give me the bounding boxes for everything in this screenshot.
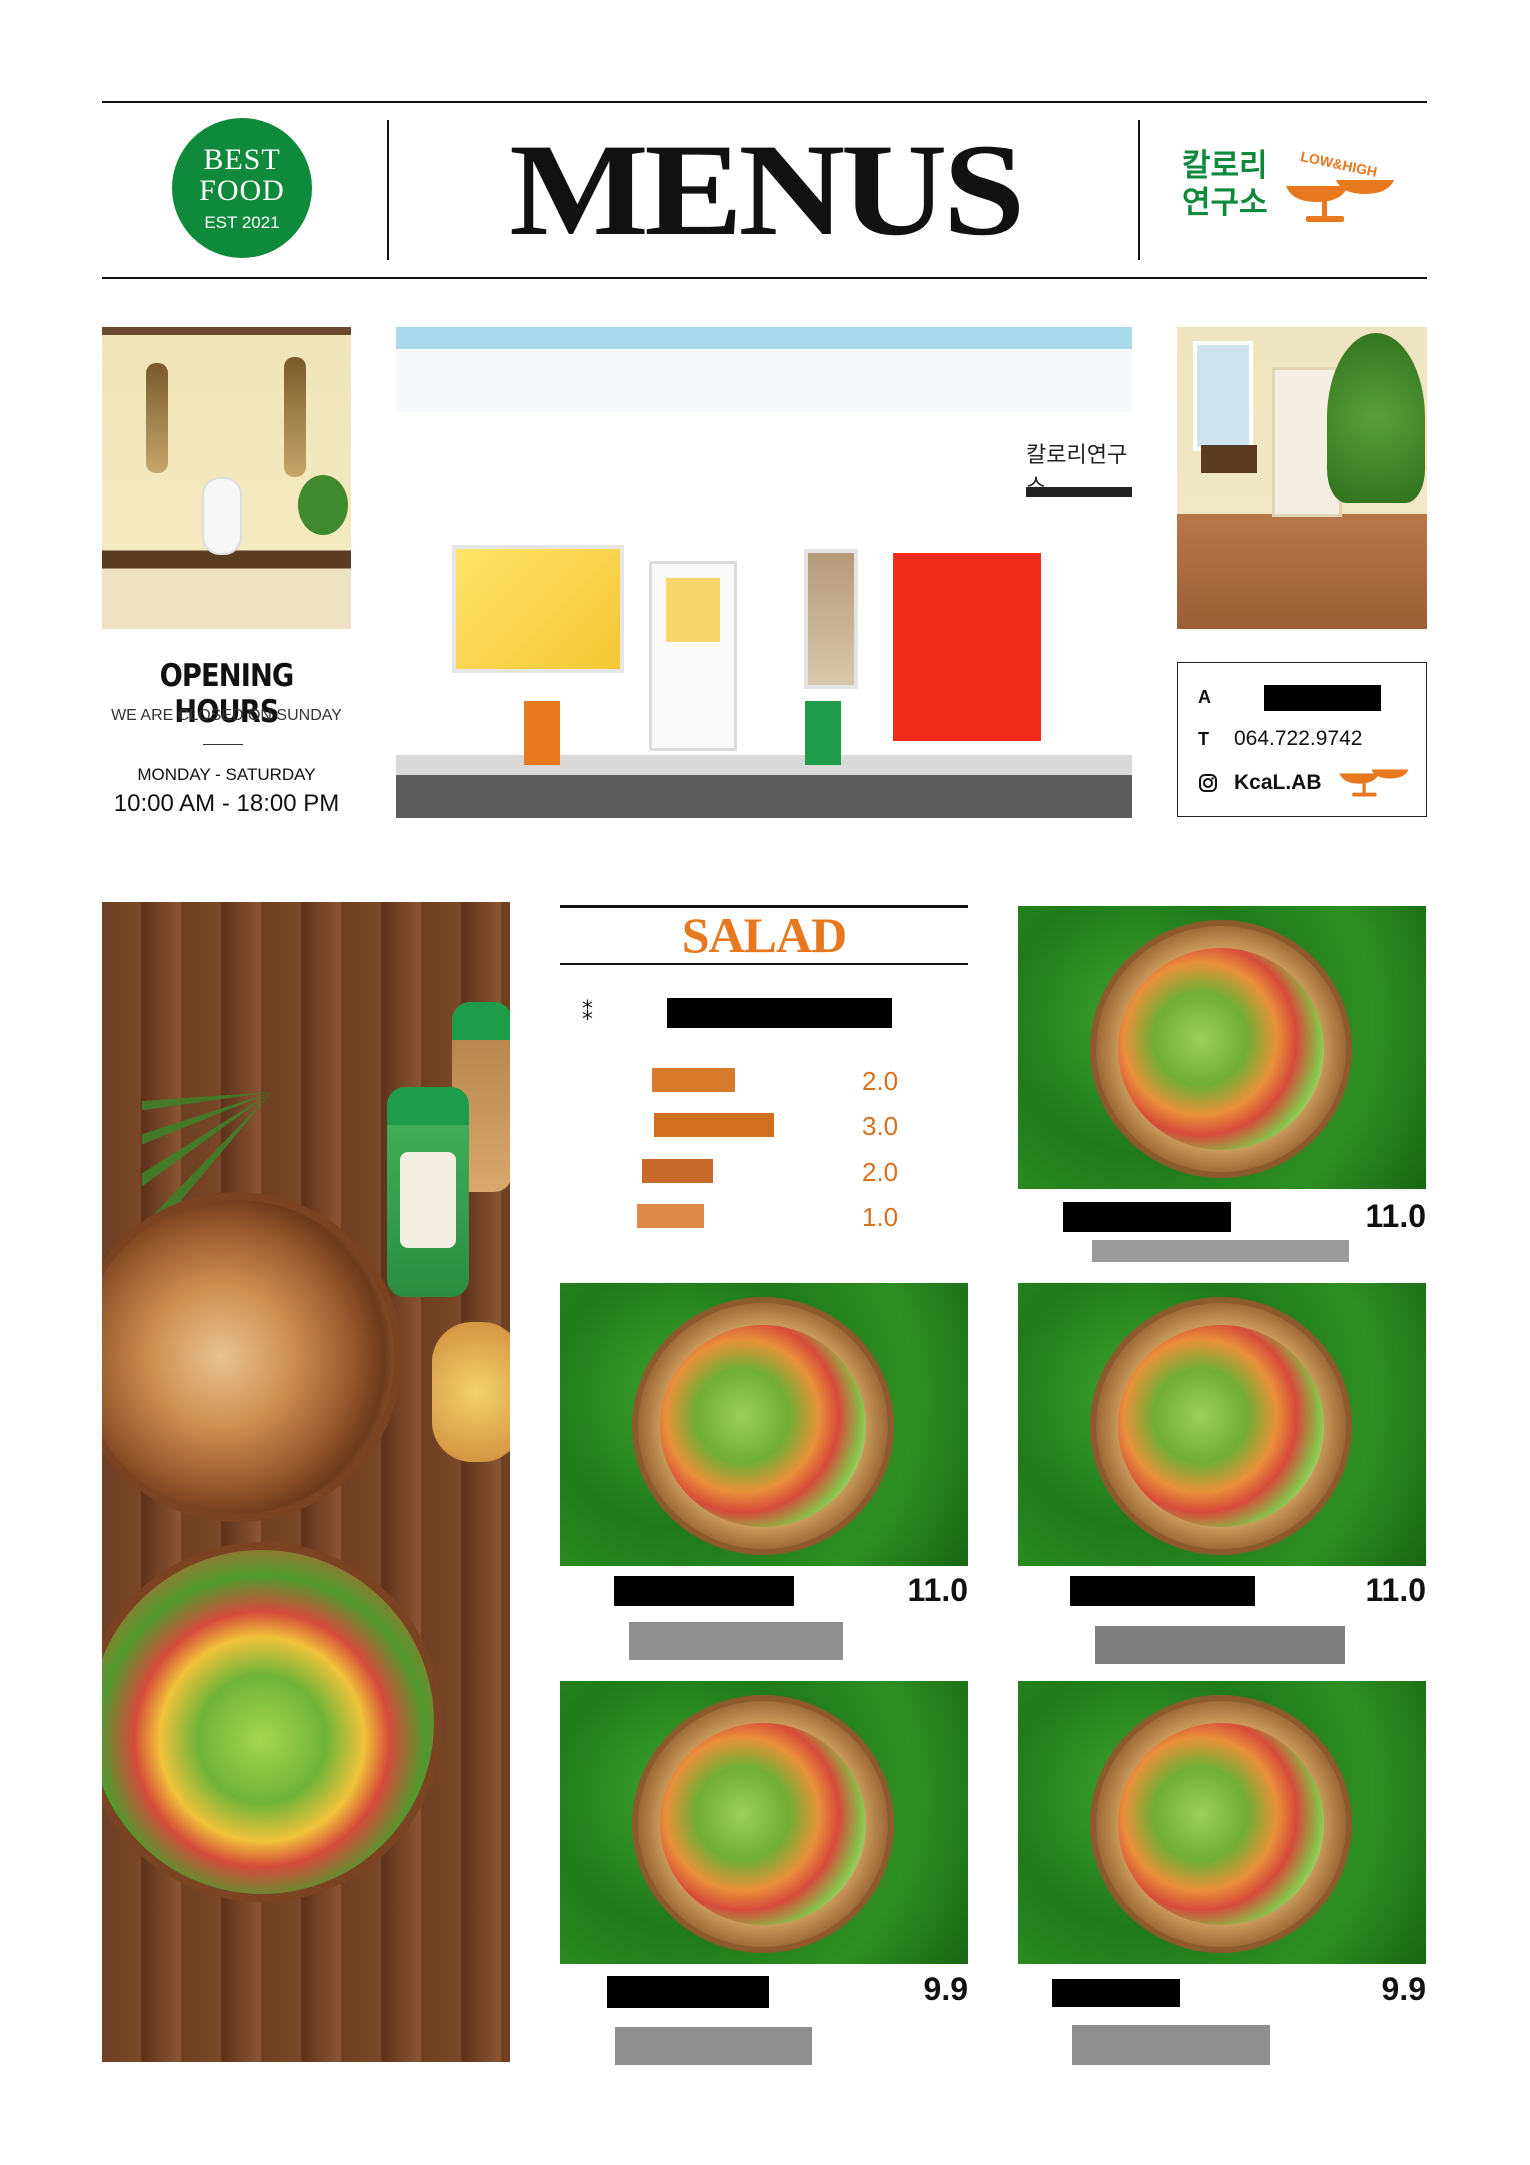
phone-key: T bbox=[1198, 729, 1209, 749]
bread-roll bbox=[432, 1322, 510, 1462]
badge-line-3: EST 2021 bbox=[204, 212, 280, 232]
badge-line-1: BEST bbox=[203, 142, 281, 176]
hanging-plant bbox=[146, 363, 168, 473]
instagram-icon[interactable] bbox=[1198, 773, 1218, 793]
plate-bottom bbox=[102, 1542, 442, 1902]
bottle-label bbox=[400, 1152, 456, 1248]
brand-line-1: 칼로리 bbox=[1182, 148, 1268, 184]
address-redacted bbox=[1264, 685, 1381, 711]
badge-line-2: FOOD bbox=[199, 173, 285, 207]
storefront-photo: 칼로리연구소 bbox=[396, 327, 1132, 818]
food-table-photo bbox=[102, 902, 510, 2062]
brand-wordmark: 칼로리 연구소 bbox=[1182, 148, 1268, 222]
header-bottom-rule bbox=[102, 277, 1427, 279]
macro-value: 3.0 bbox=[862, 1111, 899, 1141]
salad-bowl bbox=[1090, 920, 1352, 1178]
salad-photo-4 bbox=[560, 1681, 968, 1964]
brand-line-2: 연구소 bbox=[1182, 185, 1268, 221]
sparkle-icon: ⁑ bbox=[582, 1000, 593, 1025]
item-name-redacted bbox=[614, 1576, 794, 1606]
small-window bbox=[804, 549, 858, 689]
bear-figurine bbox=[202, 477, 242, 555]
item-name-redacted bbox=[1052, 1979, 1180, 2007]
item-price: 11.0 bbox=[907, 1572, 968, 1608]
red-panel bbox=[893, 553, 1041, 741]
interior-photo-left bbox=[102, 327, 351, 629]
salad-bowl bbox=[1090, 1695, 1352, 1953]
opening-days: MONDAY - SATURDAY bbox=[137, 765, 316, 784]
salad-bowl bbox=[1090, 1297, 1352, 1555]
top-rule bbox=[102, 101, 1427, 103]
hanging-plant bbox=[284, 357, 306, 477]
item-description-redacted bbox=[1092, 1240, 1349, 1262]
item-name-redacted bbox=[1070, 1576, 1255, 1606]
salad-photo-5 bbox=[1018, 1681, 1426, 1964]
item-price: 11.0 bbox=[1365, 1572, 1426, 1608]
salad-bowl bbox=[632, 1297, 894, 1555]
palm-leaf bbox=[142, 962, 402, 1222]
item-description-redacted bbox=[1072, 2025, 1270, 2065]
instagram-handle[interactable]: KcaL.AB bbox=[1234, 771, 1322, 795]
header-divider-right bbox=[1138, 120, 1140, 260]
item-price: 11.0 bbox=[1365, 1198, 1426, 1234]
item-description-redacted bbox=[629, 1622, 843, 1660]
closed-note: WE ARE CLOSED ON SUNDAY bbox=[111, 707, 342, 724]
item-name-redacted bbox=[607, 1976, 769, 2008]
palm-plant bbox=[1327, 333, 1425, 503]
salad-bowl bbox=[632, 1695, 894, 1953]
page-title: MENUS bbox=[509, 116, 1025, 263]
best-food-badge: BEST FOOD EST 2021 bbox=[172, 118, 312, 258]
lectern bbox=[1201, 445, 1257, 473]
scale-logo-icon bbox=[1286, 180, 1394, 222]
item-description-redacted bbox=[615, 2027, 812, 2065]
plate-top bbox=[102, 1192, 402, 1522]
macro-bar bbox=[654, 1113, 774, 1137]
sandwich-board-orange bbox=[524, 701, 560, 765]
shop-door bbox=[649, 561, 737, 751]
interior-photo-right bbox=[1177, 327, 1427, 629]
salad-photo-1 bbox=[1018, 906, 1426, 1189]
macro-bar bbox=[637, 1204, 704, 1228]
macro-value: 1.0 bbox=[862, 1202, 899, 1232]
item-price: 9.9 bbox=[1381, 1971, 1426, 2007]
item-price: 9.9 bbox=[923, 1971, 968, 2007]
sandwich-board-green bbox=[805, 701, 841, 765]
macro-bar bbox=[652, 1068, 735, 1092]
salad-title: SALAD bbox=[681, 907, 847, 963]
window bbox=[1193, 341, 1253, 451]
item-description-redacted bbox=[1095, 1626, 1345, 1664]
plant bbox=[298, 475, 348, 535]
scale-logo-icon bbox=[1339, 769, 1409, 797]
contact-box: A T 064.722.9742 KcaL.AB bbox=[1177, 662, 1427, 817]
macro-bar bbox=[642, 1159, 713, 1183]
macro-value: 2.0 bbox=[862, 1066, 899, 1096]
door-glass bbox=[666, 578, 720, 642]
address-key: A bbox=[1198, 687, 1211, 707]
macro-value: 2.0 bbox=[862, 1157, 899, 1187]
salad-photo-2 bbox=[560, 1283, 968, 1566]
salad-name-redacted bbox=[667, 998, 892, 1028]
phone-number[interactable]: 064.722.9742 bbox=[1234, 727, 1362, 751]
divider bbox=[203, 744, 243, 745]
salad-photo-3 bbox=[1018, 1283, 1426, 1566]
item-name-redacted bbox=[1063, 1202, 1231, 1232]
awning bbox=[1026, 487, 1132, 497]
shop-window bbox=[452, 545, 624, 673]
salad-bottom-rule bbox=[560, 963, 968, 965]
opening-time: 10:00 AM - 18:00 PM bbox=[113, 790, 340, 817]
